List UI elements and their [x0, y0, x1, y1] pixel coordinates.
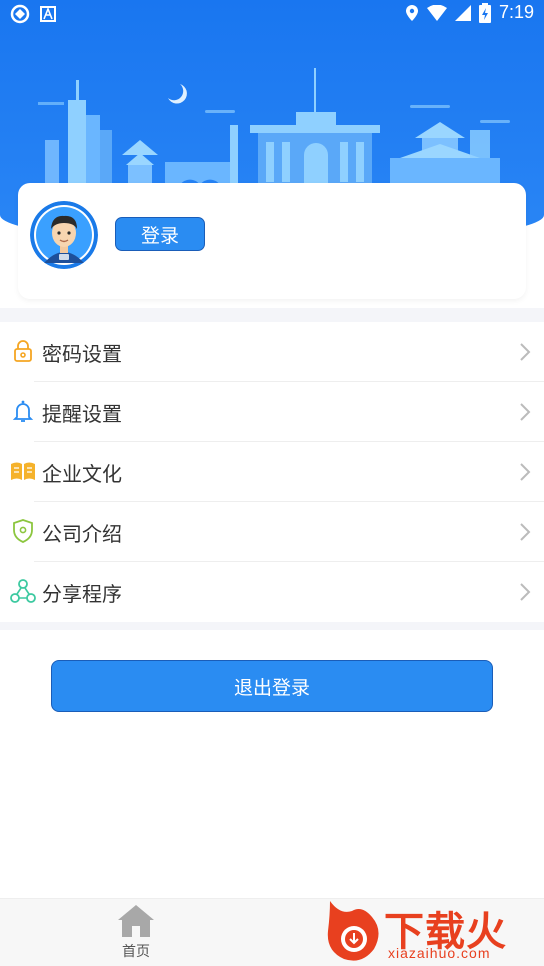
menu-item-share[interactable]: 分享程序 [0, 562, 544, 622]
login-button[interactable]: 登录 [115, 217, 205, 251]
avatar-icon [30, 201, 98, 269]
menu-item-label: 提醒设置 [42, 402, 122, 426]
settings-menu: 密码设置 提醒设置 企业文化 公司介绍 分享程序 [0, 322, 544, 622]
chevron-right-icon [520, 343, 531, 361]
menu-item-label: 公司介绍 [42, 522, 122, 546]
status-time: 7:19 [498, 2, 534, 22]
signal-icon [454, 4, 471, 21]
font-app-icon [40, 6, 56, 22]
share-icon [10, 579, 36, 603]
header-banner: 7:19 登录 [0, 0, 544, 320]
lock-icon [14, 340, 32, 362]
battery-icon [478, 2, 491, 23]
menu-item-password[interactable]: 密码设置 [0, 322, 544, 382]
tab-home[interactable]: 首页 [100, 903, 172, 963]
app-notification-icon [10, 4, 30, 24]
chevron-right-icon [520, 583, 531, 601]
location-icon [405, 4, 418, 21]
menu-item-label: 企业文化 [42, 462, 122, 486]
watermark-logo: 下载火 xiazaihuo.com [322, 895, 542, 965]
logout-button[interactable]: 退出登录 [51, 660, 493, 712]
watermark-url: xiazaihuo.com [388, 945, 491, 961]
status-bar: 7:19 [0, 0, 544, 28]
menu-item-label: 分享程序 [42, 582, 122, 606]
section-spacer [0, 622, 544, 630]
section-spacer [0, 308, 544, 322]
bell-icon [12, 400, 34, 422]
tab-home-label: 首页 [122, 944, 150, 960]
wifi-icon [426, 4, 447, 21]
menu-item-company[interactable]: 公司介绍 [0, 502, 544, 562]
flame-logo-icon [327, 901, 379, 961]
profile-card: 登录 [18, 183, 526, 299]
user-avatar[interactable] [30, 201, 98, 269]
book-icon [11, 462, 35, 480]
city-skyline-illustration [30, 68, 520, 188]
chevron-right-icon [520, 403, 531, 421]
menu-item-culture[interactable]: 企业文化 [0, 442, 544, 502]
menu-item-label: 密码设置 [42, 342, 122, 366]
chevron-right-icon [520, 523, 531, 541]
chevron-right-icon [520, 463, 531, 481]
shield-icon [13, 519, 33, 543]
home-icon [118, 905, 154, 937]
menu-item-reminder[interactable]: 提醒设置 [0, 382, 544, 442]
